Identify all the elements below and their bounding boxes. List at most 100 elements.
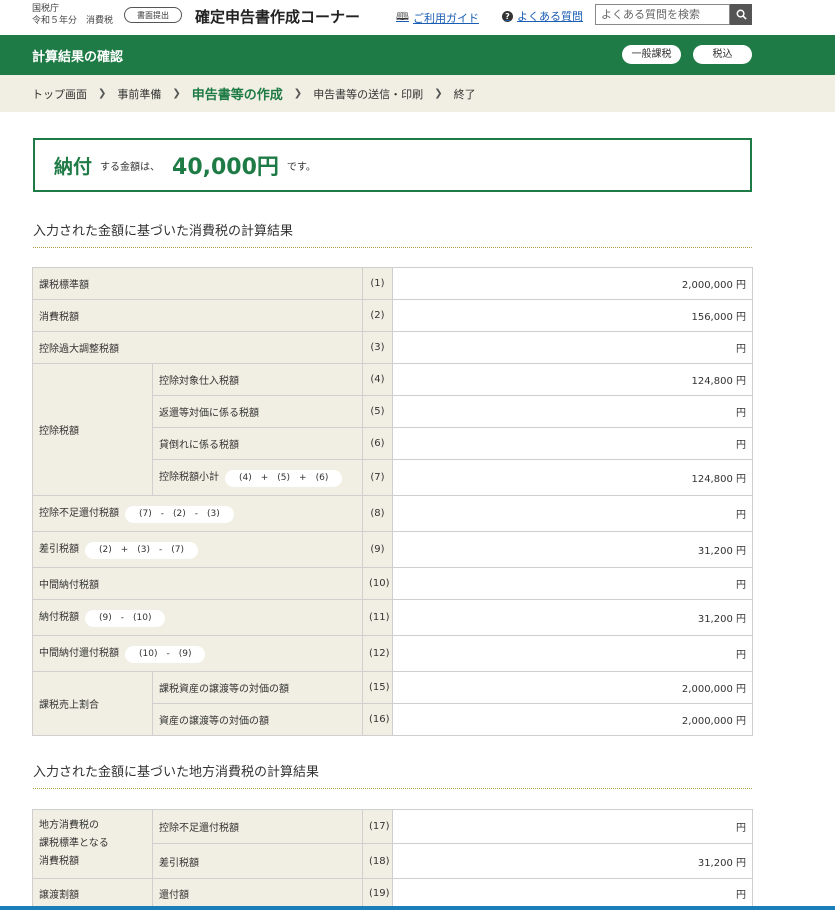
row-label-with-formula: 中間納付還付税額 (10) - (9) [32,635,363,672]
agency-sub: 令和５年分 消費税 [32,16,114,26]
agency-logo: 国税庁 令和５年分 消費税 [32,3,113,27]
row-number: (15) [362,671,393,704]
row-label: 中間納付還付税額 [39,648,119,659]
formula-badge: (4) + (5) + (6) [225,470,343,487]
row-value: 円 [392,878,753,909]
row-value: 2,000,000 円 [392,703,753,736]
agency-name: 国税庁 [32,4,60,14]
row-value: 156,000 円 [392,299,753,332]
chevron-right-icon: ❯ [172,88,181,99]
table-row: 中間納付税額 (10) 円 [32,567,753,600]
row-value: 円 [392,635,753,672]
row-value: 円 [392,495,753,532]
row-number: (7) [362,459,393,496]
faq-search-input[interactable] [595,4,730,25]
chevron-right-icon: ❯ [98,88,107,99]
group-label-line: 消費税額 [39,856,79,867]
row-label-with-formula: 控除不足還付税額 (7) - (2) - (3) [32,495,363,532]
formula-badge: (9) - (10) [85,610,166,627]
row-number: (10) [362,567,393,600]
row-value: 円 [392,809,753,844]
book-icon: 🕮 [396,10,409,23]
row-number: (3) [362,331,393,364]
breadcrumb: トップ画面 ❯ 事前準備 ❯ 申告書等の作成 ❯ 申告書等の送信・印刷 ❯ 終了 [0,75,835,112]
row-label: 差引税額 [152,843,363,879]
row-number: (11) [362,599,393,636]
table-row: 控除税額 控除対象仕入税額 (4) 124,800 円 [32,363,753,496]
row-value: 2,000,000 円 [392,671,753,704]
row-value: 円 [392,427,753,460]
bottom-strip [0,906,835,910]
faq-link[interactable]: ? よくある質問 [502,8,583,24]
table-row: 控除過大調整税額 (3) 円 [32,331,753,364]
row-label: 中間納付税額 [32,567,363,600]
row-value: 2,000,000 円 [392,267,753,300]
table-row: 控除不足還付税額 (7) - (2) - (3) (8) 円 [32,495,753,532]
row-number: (18) [362,843,393,879]
row-label: 資産の譲渡等の対価の額 [152,703,363,736]
magnifier-icon [736,9,747,20]
formula-badge: (7) - (2) - (3) [125,506,234,523]
breadcrumb-preparation: 事前準備 [117,87,162,101]
general-taxation-badge: 一般課税 [622,45,681,64]
row-number: (12) [362,635,393,672]
row-value: 円 [392,331,753,364]
guide-link-label: ご利用ガイド [412,11,479,25]
guide-link[interactable]: 🕮 ご利用ガイド [396,8,479,27]
table-row: 課税売上割合 課税資産の譲渡等の対価の額 (15) 2,000,000 円 [32,671,753,736]
table-row: 地方消費税の 課税標準となる 消費税額 控除不足還付税額 (17) 円 [32,809,753,879]
table-row: 譲渡割額 還付額 (19) 円 [32,878,753,909]
consumption-tax-section-heading: 入力された金額に基づいた消費税の計算結果 [33,220,752,248]
group-label-line: 課税標準となる [39,838,109,849]
row-label: 差引税額 [39,544,79,555]
result-text-end: です。 [286,161,316,173]
result-amount: 40,000円 [172,155,279,180]
row-label: 控除過大調整税額 [32,331,363,364]
row-value: 31,200 円 [392,599,753,636]
row-value: 円 [392,567,753,600]
top-header: 国税庁 令和５年分 消費税 書面提出 確定申告書作成コーナー 🕮 ご利用ガイド … [0,0,835,34]
breadcrumb-create: 申告書等の作成 [191,88,283,103]
row-label: 控除対象仕入税額 [152,363,363,396]
breadcrumb-top: トップ画面 [32,87,87,101]
row-label-with-formula: 納付税額 (9) - (10) [32,599,363,636]
row-number: (16) [362,703,393,736]
tax-inclusive-badge: 税込 [693,45,752,64]
row-value: 124,800 円 [392,459,753,496]
consumption-tax-table: 課税標準額 (1) 2,000,000 円 消費税額 (2) 156,000 円… [32,267,753,736]
search-button[interactable] [730,4,752,25]
group-label-local-tax: 地方消費税の 課税標準となる 消費税額 [32,809,153,879]
row-label-with-formula: 差引税額 (2) + (3) - (7) [32,531,363,568]
mode-badge: 書面提出 [124,7,182,23]
site-title: 確定申告書作成コーナー [195,8,361,26]
row-number: (1) [362,267,393,300]
row-label: 控除不足還付税額 [39,508,119,519]
row-label-with-formula: 控除税額小計 (4) + (5) + (6) [152,459,363,496]
row-value: 31,200 円 [392,843,753,879]
breadcrumb-send-print: 申告書等の送信・印刷 [313,87,424,101]
row-number: (2) [362,299,393,332]
formula-badge: (10) - (9) [125,646,206,663]
row-number: (4) [362,363,393,396]
page-heading-bar: 計算結果の確認 一般課税 税込 [0,35,835,75]
row-number: (5) [362,395,393,428]
chevron-right-icon: ❯ [293,88,303,99]
breadcrumb-end: 終了 [453,87,476,101]
row-label: 課税資産の譲渡等の対価の額 [152,671,363,704]
local-consumption-tax-table: 地方消費税の 課税標準となる 消費税額 控除不足還付税額 (17) 円 差引税額… [32,809,753,909]
question-circle-icon: ? [502,10,513,22]
row-value: 31,200 円 [392,531,753,568]
row-number: (8) [362,495,393,532]
row-label: 控除不足還付税額 [152,809,363,844]
row-value: 124,800 円 [392,363,753,396]
formula-badge: (2) + (3) - (7) [85,542,199,559]
row-number: (17) [362,809,393,844]
group-label-deduction: 控除税額 [32,363,153,496]
row-label: 消費税額 [32,299,363,332]
table-row: 消費税額 (2) 156,000 円 [32,299,753,332]
faq-link-label: よくある質問 [517,10,583,23]
row-label: 控除税額小計 [159,472,219,483]
chevron-right-icon: ❯ [434,88,443,99]
group-label-sales-ratio: 課税売上割合 [32,671,153,736]
result-type: 納付 [54,155,93,178]
